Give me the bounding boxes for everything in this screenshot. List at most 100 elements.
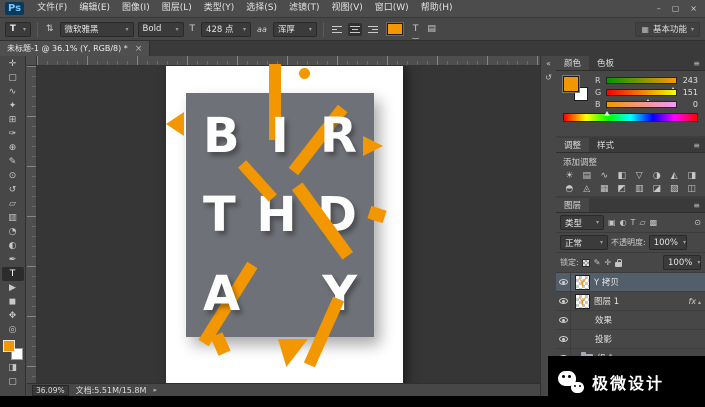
font-style-select[interactable]: Bold xyxy=(138,22,184,37)
curves-icon[interactable]: ∿ xyxy=(596,170,613,182)
marquee-tool[interactable]: ▢ xyxy=(2,71,24,85)
history-brush-tool[interactable]: ↺ xyxy=(2,183,24,197)
canvas-area[interactable]: BIRTHDAY xyxy=(27,56,540,383)
text-color-swatch[interactable] xyxy=(387,23,403,35)
posterize-icon[interactable]: ▥ xyxy=(631,183,648,195)
eraser-tool[interactable]: ▱ xyxy=(2,197,24,211)
hue-saturation-icon[interactable]: ◑ xyxy=(649,170,666,182)
blur-tool[interactable]: ◔ xyxy=(2,225,24,239)
menu-item-3[interactable]: 图像(I) xyxy=(116,0,156,17)
visibility-toggle[interactable] xyxy=(556,311,571,329)
layer-row[interactable]: Y 拷贝 xyxy=(556,273,705,292)
photo-filter-icon[interactable]: ◓ xyxy=(561,183,578,195)
visibility-toggle[interactable] xyxy=(556,292,571,310)
filter-pixel-icon[interactable]: ▣ xyxy=(608,218,616,227)
font-size-select[interactable]: 428 点 xyxy=(201,22,251,37)
filter-adjustment-icon[interactable]: ◐ xyxy=(620,218,627,227)
channel-slider[interactable] xyxy=(606,89,677,96)
slider-thumb-icon[interactable] xyxy=(604,108,610,116)
menu-item-9[interactable]: 窗口(W) xyxy=(369,0,415,17)
black-white-icon[interactable]: ◨ xyxy=(684,170,701,182)
vibrance-icon[interactable]: ▽ xyxy=(631,170,648,182)
visibility-toggle[interactable] xyxy=(556,330,571,348)
shape-tool[interactable]: ◼ xyxy=(2,295,24,309)
layer-row[interactable]: 投影 xyxy=(556,330,705,349)
channel-slider[interactable] xyxy=(606,77,677,84)
channel-slider[interactable] xyxy=(606,101,677,108)
quick-mask-icon[interactable]: ◨ xyxy=(2,361,24,375)
quick-selection-tool[interactable]: ✦ xyxy=(2,99,24,113)
gradient-tool[interactable]: ▥ xyxy=(2,211,24,225)
filter-shape-icon[interactable]: ▱ xyxy=(639,218,645,227)
menu-item-2[interactable]: 编辑(E) xyxy=(73,0,116,17)
workspace-switcher[interactable]: ▦ 基本功能 xyxy=(635,22,700,37)
layer-row[interactable]: 图层 1fx xyxy=(556,292,705,311)
vertical-ruler[interactable] xyxy=(27,66,37,383)
zoom-tool[interactable]: ◎ xyxy=(2,323,24,337)
tab-color[interactable]: 颜色 xyxy=(556,56,589,70)
exposure-icon[interactable]: ◧ xyxy=(614,170,631,182)
lasso-tool[interactable]: ∿ xyxy=(2,85,24,99)
opacity-select[interactable]: 100% xyxy=(649,235,687,250)
color-balance-icon[interactable]: ◭ xyxy=(666,170,683,182)
hand-tool[interactable]: ✥ xyxy=(2,309,24,323)
screen-mode-icon[interactable]: ▢ xyxy=(2,375,24,389)
color-lookup-icon[interactable]: ▦ xyxy=(596,183,613,195)
menu-item-6[interactable]: 选择(S) xyxy=(240,0,283,17)
font-family-select[interactable]: 微软雅黑 xyxy=(60,22,134,37)
filter-smart-object-icon[interactable]: ▩ xyxy=(650,218,658,227)
invert-icon[interactable]: ◩ xyxy=(614,183,631,195)
eyedropper-tool[interactable]: ✑ xyxy=(2,127,24,141)
align-center-icon[interactable] xyxy=(348,23,362,36)
layer-row[interactable]: 效果 xyxy=(556,311,705,330)
tab-adjustments[interactable]: 调整 xyxy=(556,138,589,152)
path-selection-tool[interactable]: ▶ xyxy=(2,281,24,295)
lock-paint-icon[interactable]: ✎ xyxy=(594,258,601,267)
tool-preset-picker[interactable]: T xyxy=(5,22,31,37)
layer-effects-badge[interactable]: fx xyxy=(689,297,701,306)
brightness-contrast-icon[interactable]: ☀ xyxy=(561,170,578,182)
panel-menu-icon[interactable]: ≡ xyxy=(688,141,705,150)
anti-alias-select[interactable]: 浑厚 xyxy=(273,22,317,37)
text-orientation-icon[interactable]: ⇅ xyxy=(44,24,56,34)
minimize-button[interactable]: – xyxy=(657,4,661,13)
history-panel-icon[interactable]: ↺ xyxy=(545,73,552,82)
move-tool[interactable]: ✛ xyxy=(2,57,24,71)
levels-icon[interactable]: ▤ xyxy=(579,170,596,182)
toggle-panels-icon[interactable]: ▤ xyxy=(425,24,438,34)
menu-item-7[interactable]: 滤镜(T) xyxy=(283,0,326,17)
crop-tool[interactable]: ⊞ xyxy=(2,113,24,127)
close-button[interactable]: × xyxy=(690,4,697,13)
tab-styles[interactable]: 样式 xyxy=(589,138,622,152)
foreground-color-swatch[interactable] xyxy=(563,76,579,92)
lock-transparency-icon[interactable] xyxy=(582,259,590,267)
menu-item-5[interactable]: 类型(Y) xyxy=(198,0,241,17)
align-right-icon[interactable] xyxy=(366,23,380,36)
filter-type-icon[interactable]: T xyxy=(631,218,636,227)
clone-stamp-tool[interactable]: ⊙ xyxy=(2,169,24,183)
selective-color-icon[interactable]: ◫ xyxy=(684,183,701,195)
menu-item-10[interactable]: 帮助(H) xyxy=(415,0,459,17)
collapse-dock-icon[interactable]: « xyxy=(546,59,551,68)
color-spectrum-bar[interactable] xyxy=(563,113,698,122)
menu-item-8[interactable]: 视图(V) xyxy=(326,0,369,17)
foreground-color-swatch[interactable] xyxy=(3,340,15,352)
channel-mixer-icon[interactable]: ◬ xyxy=(579,183,596,195)
blend-mode-select[interactable]: 正常 xyxy=(560,235,608,250)
filter-toggle-icon[interactable]: ⊙ xyxy=(694,218,701,227)
menu-item-1[interactable]: 文件(F) xyxy=(31,0,73,17)
tab-swatches[interactable]: 色板 xyxy=(589,56,622,70)
pen-tool[interactable]: ✒ xyxy=(2,253,24,267)
panel-menu-icon[interactable]: ≡ xyxy=(688,59,705,68)
layer-thumbnail[interactable] xyxy=(575,294,590,309)
tab-layers[interactable]: 图层 xyxy=(556,198,589,212)
threshold-icon[interactable]: ◪ xyxy=(649,183,666,195)
document-tab[interactable]: 未标题-1 @ 36.1% (Y, RGB/8) * × xyxy=(0,41,150,56)
healing-brush-tool[interactable]: ⊕ xyxy=(2,141,24,155)
tab-close-icon[interactable]: × xyxy=(135,44,143,54)
menu-item-4[interactable]: 图层(L) xyxy=(156,0,198,17)
maximize-button[interactable]: ▢ xyxy=(672,4,680,13)
layer-filter-select[interactable]: 类型 xyxy=(560,215,604,230)
layer-thumbnail[interactable] xyxy=(575,275,590,290)
warp-text-icon[interactable]: T xyxy=(410,24,422,34)
